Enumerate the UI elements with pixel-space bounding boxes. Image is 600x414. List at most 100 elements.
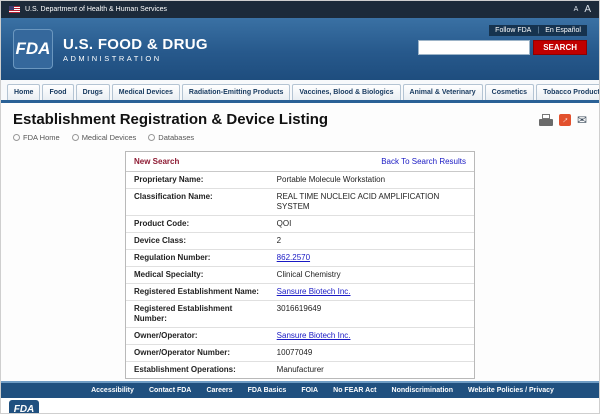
- email-icon[interactable]: [577, 112, 587, 128]
- header-title-block: U.S. FOOD & DRUG ADMINISTRATION: [63, 36, 208, 63]
- table-row: Establishment Operations: Manufacturer: [126, 362, 474, 379]
- footer-link[interactable]: Website Policies / Privacy: [468, 387, 554, 394]
- header-title: U.S. FOOD & DRUG: [63, 36, 208, 53]
- device-detail-table: Proprietary Name: Portable Molecule Work…: [126, 172, 474, 378]
- field-value-cell: Manufacturer: [269, 362, 474, 379]
- follow-separator: |: [537, 27, 539, 34]
- field-label: Registered Establishment Number:: [126, 301, 269, 328]
- field-value: Manufacturer: [277, 365, 324, 374]
- follow-row: Follow FDA | En Español: [489, 25, 587, 36]
- hhs-bar-text: U.S. Department of Health & Human Servic…: [25, 6, 167, 13]
- table-row: Registered Establishment Name: Sansure B…: [126, 284, 474, 301]
- field-value: 3016619649: [277, 304, 322, 313]
- table-row: Registered Establishment Number: 3016619…: [126, 301, 474, 328]
- breadcrumb-item[interactable]: FDA Home: [13, 133, 60, 142]
- follow-fda-link[interactable]: Follow FDA: [495, 27, 531, 34]
- field-label: Device Class:: [126, 233, 269, 250]
- font-resize-large-button[interactable]: A: [584, 4, 591, 15]
- en-espanol-link[interactable]: En Español: [545, 27, 581, 34]
- us-flag-icon: [9, 6, 20, 13]
- title-icons: [539, 112, 587, 128]
- table-row: Owner/Operator Number: 10077049: [126, 345, 474, 362]
- breadcrumb-item[interactable]: Databases: [148, 133, 194, 142]
- field-value: QOI: [277, 219, 292, 228]
- search-button[interactable]: SEARCH: [533, 40, 587, 55]
- table-row: Classification Name: REAL TIME NUCLEIC A…: [126, 189, 474, 216]
- table-row: Medical Specialty: Clinical Chemistry: [126, 267, 474, 284]
- field-value-cell: 2: [269, 233, 474, 250]
- font-resize-small-button[interactable]: A: [574, 6, 579, 13]
- field-label: Classification Name:: [126, 189, 269, 216]
- nav-tab[interactable]: Radiation-Emitting Products: [182, 84, 291, 100]
- nav-tab[interactable]: Tobacco Products: [536, 84, 600, 100]
- page-title: Establishment Registration & Device List…: [13, 111, 328, 128]
- field-value-cell: 10077049: [269, 345, 474, 362]
- field-value-cell: Sansure Biotech Inc.: [269, 328, 474, 345]
- nav-tab[interactable]: Medical Devices: [112, 84, 180, 100]
- field-value-cell: REAL TIME NUCLEIC ACID AMPLIFICATION SYS…: [269, 189, 474, 216]
- field-value-cell: Clinical Chemistry: [269, 267, 474, 284]
- footer-bar: Accessibility Contact FDA Careers FDA Basic…: [1, 381, 599, 398]
- footer-link[interactable]: FDA Basics: [248, 387, 287, 394]
- result-header: New Search Back To Search Results: [126, 152, 474, 172]
- footer-link[interactable]: Accessibility: [91, 387, 134, 394]
- header-right: Follow FDA | En Español SEARCH: [418, 25, 587, 55]
- title-row: Establishment Registration & Device List…: [13, 111, 587, 128]
- table-row: Proprietary Name: Portable Molecule Work…: [126, 172, 474, 189]
- print-icon[interactable]: [539, 114, 553, 126]
- fda-footer-logo[interactable]: FDA: [9, 400, 39, 414]
- footer-link[interactable]: FOIA: [301, 387, 318, 394]
- field-value-cell: Portable Molecule Workstation: [269, 172, 474, 189]
- table-row: Owner/Operator: Sansure Biotech Inc.: [126, 328, 474, 345]
- field-value[interactable]: Sansure Biotech Inc.: [277, 331, 351, 340]
- field-value: Clinical Chemistry: [277, 270, 341, 279]
- field-value-cell: QOI: [269, 216, 474, 233]
- field-label: Product Code:: [126, 216, 269, 233]
- nav-tab[interactable]: Vaccines, Blood & Biologics: [292, 84, 400, 100]
- search-input[interactable]: [418, 40, 530, 55]
- field-value-cell: 862.2570: [269, 250, 474, 267]
- hhs-bar: U.S. Department of Health & Human Servic…: [1, 1, 599, 18]
- bottom-strip: FDA: [1, 398, 599, 413]
- new-search-link[interactable]: New Search: [134, 157, 179, 166]
- field-label: Owner/Operator Number:: [126, 345, 269, 362]
- nav-tab[interactable]: Drugs: [76, 84, 110, 100]
- field-value: 2: [277, 236, 281, 245]
- footer-link[interactable]: Nondiscrimination: [392, 387, 453, 394]
- nav-tab[interactable]: Food: [42, 84, 73, 100]
- field-label: Owner/Operator:: [126, 328, 269, 345]
- nav-tab[interactable]: Home: [7, 84, 40, 100]
- main-nav: HomeFoodDrugsMedical DevicesRadiation-Em…: [1, 80, 599, 103]
- field-label: Establishment Operations:: [126, 362, 269, 379]
- search-row: SEARCH: [418, 40, 587, 55]
- field-label: Proprietary Name:: [126, 172, 269, 189]
- field-value-cell: Sansure Biotech Inc.: [269, 284, 474, 301]
- field-label: Regulation Number:: [126, 250, 269, 267]
- table-row: Product Code: QOI: [126, 216, 474, 233]
- field-value: 10077049: [277, 348, 313, 357]
- table-row: Regulation Number: 862.2570: [126, 250, 474, 267]
- table-row: Device Class: 2: [126, 233, 474, 250]
- field-value: Portable Molecule Workstation: [277, 175, 385, 184]
- footer-link[interactable]: Careers: [206, 387, 232, 394]
- breadcrumb-item[interactable]: Medical Devices: [72, 133, 137, 142]
- field-value[interactable]: 862.2570: [277, 253, 310, 262]
- footer-link[interactable]: Contact FDA: [149, 387, 191, 394]
- breadcrumb: FDA Home Medical Devices Databases: [13, 133, 587, 142]
- back-to-results-link[interactable]: Back To Search Results: [381, 157, 466, 166]
- nav-tab[interactable]: Animal & Veterinary: [403, 84, 483, 100]
- main-content: Establishment Registration & Device List…: [1, 103, 599, 381]
- header-subtitle: ADMINISTRATION: [63, 54, 208, 63]
- share-icon[interactable]: [559, 114, 571, 126]
- field-value-cell: 3016619649: [269, 301, 474, 328]
- field-label: Medical Specialty:: [126, 267, 269, 284]
- fda-logo[interactable]: FDA: [13, 29, 53, 69]
- nav-tab[interactable]: Cosmetics: [485, 84, 534, 100]
- result-box: New Search Back To Search Results Propri…: [125, 151, 475, 379]
- fda-page: U.S. Department of Health & Human Servic…: [0, 0, 600, 414]
- footer-link[interactable]: No FEAR Act: [333, 387, 376, 394]
- field-value: REAL TIME NUCLEIC ACID AMPLIFICATION SYS…: [277, 192, 440, 211]
- field-value[interactable]: Sansure Biotech Inc.: [277, 287, 351, 296]
- fda-header: FDA U.S. FOOD & DRUG ADMINISTRATION Foll…: [1, 18, 599, 80]
- field-label: Registered Establishment Name:: [126, 284, 269, 301]
